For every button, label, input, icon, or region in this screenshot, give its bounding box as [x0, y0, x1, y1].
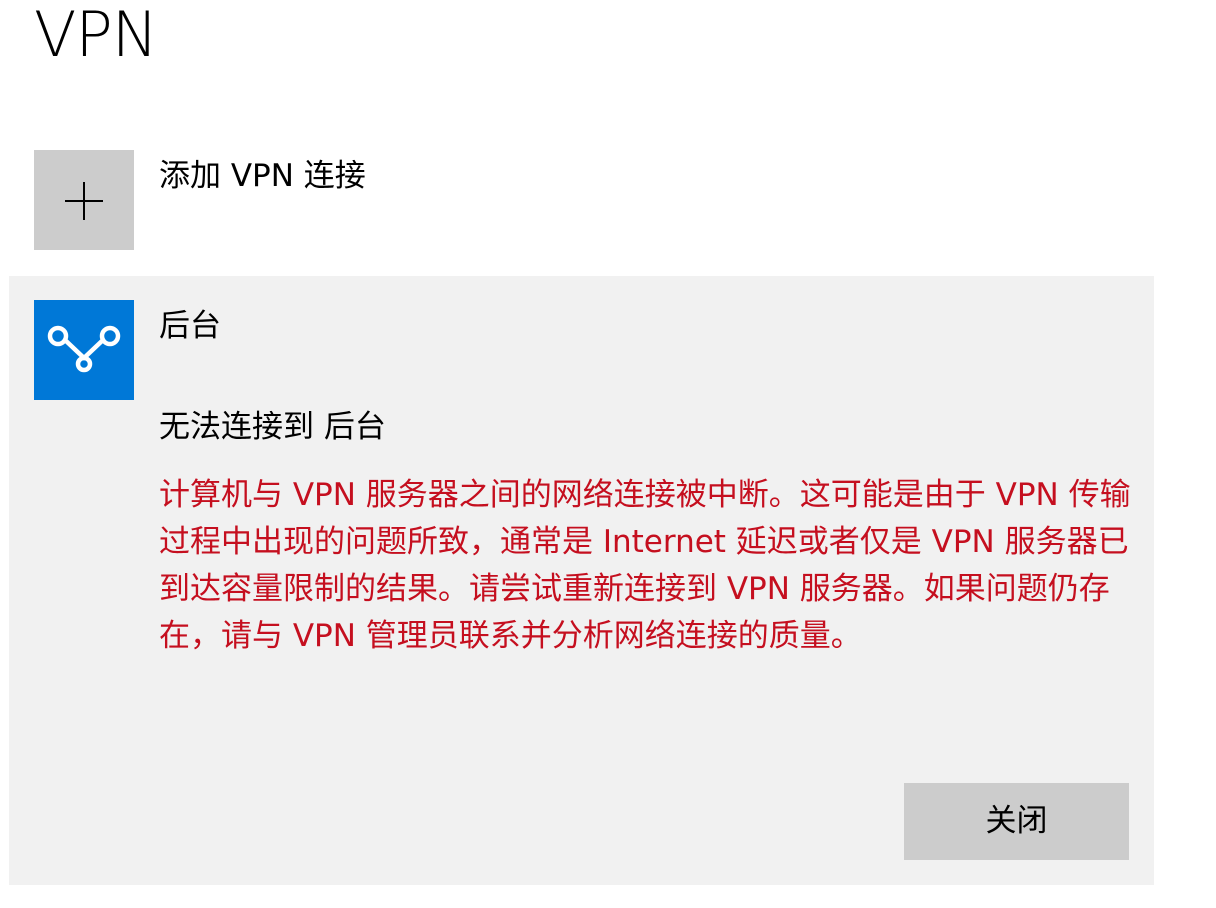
add-vpn-label: 添加 VPN 连接 [159, 158, 366, 194]
plus-icon [65, 182, 103, 220]
add-vpn-connection-button[interactable]: 添加 VPN 连接 [34, 150, 634, 250]
page-title: VPN [34, 0, 158, 71]
vpn-settings-page: VPN 添加 VPN 连接 后台 无法连接到 后台 计算机与 VPN 服务器之间… [0, 0, 1216, 908]
vpn-connection-icon [47, 325, 121, 373]
vpn-connection-tile [34, 300, 134, 400]
close-button[interactable]: 关闭 [904, 783, 1129, 860]
add-vpn-tile[interactable] [34, 150, 134, 250]
vpn-connection-card[interactable]: 后台 无法连接到 后台 计算机与 VPN 服务器之间的网络连接被中断。这可能是由… [9, 276, 1154, 885]
connection-error-message: 计算机与 VPN 服务器之间的网络连接被中断。这可能是由于 VPN 传输过程中出… [159, 477, 1131, 654]
connection-status: 无法连接到 后台 [159, 409, 386, 445]
vpn-connection-name: 后台 [159, 308, 221, 344]
